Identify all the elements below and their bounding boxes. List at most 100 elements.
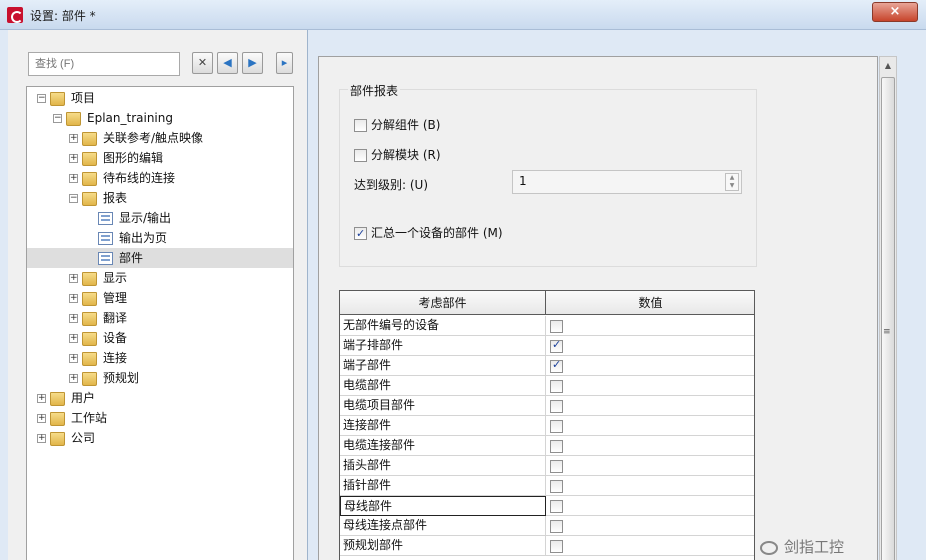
part-type-cell: 无部件编号的设备 bbox=[340, 316, 546, 336]
level-stepper[interactable]: 1 ▲ ▼ bbox=[512, 170, 742, 194]
consider-part-checkbox[interactable] bbox=[550, 420, 563, 433]
tree-node[interactable]: + 连接 bbox=[27, 348, 293, 368]
consider-part-checkbox[interactable] bbox=[550, 320, 563, 333]
part-type-cell: 预规划部件 bbox=[340, 536, 546, 556]
value-cell bbox=[550, 338, 567, 353]
column-header-parts[interactable]: 考虑部件 bbox=[340, 291, 546, 315]
spin-down-icon[interactable]: ▼ bbox=[726, 182, 738, 190]
tree-node[interactable]: + 设备 bbox=[27, 328, 293, 348]
tree-node[interactable]: + 显示 bbox=[27, 268, 293, 288]
consider-part-checkbox[interactable] bbox=[550, 520, 563, 533]
explode-assembly-checkbox[interactable] bbox=[354, 119, 367, 132]
value-cell bbox=[550, 379, 567, 393]
table-row[interactable]: 母线连接点部件 bbox=[340, 516, 754, 536]
consider-part-checkbox[interactable] bbox=[550, 358, 563, 373]
folder-icon bbox=[50, 91, 65, 106]
tree-node[interactable]: − 报表 bbox=[27, 188, 293, 208]
scroll-thumb[interactable] bbox=[881, 77, 895, 560]
tree-node[interactable]: 输出为页 bbox=[27, 228, 293, 248]
tree-node-label: 翻译 bbox=[103, 311, 128, 325]
collapse-icon[interactable]: − bbox=[69, 194, 78, 203]
tree-node[interactable]: + 公司 bbox=[27, 428, 293, 448]
collapse-icon[interactable]: − bbox=[53, 114, 62, 123]
clear-search-icon[interactable]: ✕ bbox=[192, 52, 213, 74]
expand-icon[interactable]: + bbox=[69, 274, 78, 283]
expand-icon[interactable]: + bbox=[37, 414, 46, 423]
wechat-icon bbox=[760, 540, 778, 555]
tree-node[interactable]: + 预规划 bbox=[27, 368, 293, 388]
folder-icon bbox=[82, 151, 97, 166]
expand-icon[interactable]: + bbox=[37, 394, 46, 403]
tree-node[interactable]: + 关联参考/触点映像 bbox=[27, 128, 293, 148]
part-type-cell: 母线部件 bbox=[340, 496, 546, 516]
table-row[interactable]: 端子排部件 bbox=[340, 336, 754, 356]
table-row[interactable]: 母线部件 bbox=[340, 496, 754, 516]
tree-node[interactable]: + 管理 bbox=[27, 288, 293, 308]
collapse-icon[interactable]: − bbox=[37, 94, 46, 103]
tree-node[interactable]: + 待布线的连接 bbox=[27, 168, 293, 188]
search-input[interactable] bbox=[28, 52, 180, 76]
expand-icon[interactable]: + bbox=[69, 174, 78, 183]
table-row[interactable]: 电缆连接部件 bbox=[340, 436, 754, 456]
expand-icon[interactable]: + bbox=[69, 334, 78, 343]
value-cell bbox=[550, 358, 567, 373]
expand-icon[interactable]: + bbox=[69, 314, 78, 323]
consider-part-checkbox[interactable] bbox=[550, 440, 563, 453]
tree-node-label: 显示/输出 bbox=[119, 211, 172, 225]
consider-part-checkbox[interactable] bbox=[550, 480, 563, 493]
settings-page-icon bbox=[98, 252, 113, 265]
consider-part-checkbox[interactable] bbox=[550, 400, 563, 413]
explode-module-checkbox[interactable] bbox=[354, 149, 367, 162]
expand-icon[interactable]: + bbox=[69, 374, 78, 383]
expand-pane-icon[interactable]: ▸ bbox=[276, 52, 293, 74]
table-row[interactable]: 插头部件 bbox=[340, 456, 754, 476]
table-row[interactable]: 电缆部件 bbox=[340, 376, 754, 396]
tree-node[interactable]: + 用户 bbox=[27, 388, 293, 408]
vertical-scrollbar[interactable]: ▲ ≡ bbox=[879, 56, 897, 560]
tree-node-label: 报表 bbox=[103, 191, 128, 205]
forward-icon[interactable]: ▶ bbox=[242, 52, 263, 74]
tree-node[interactable]: − 项目 bbox=[27, 88, 293, 108]
expand-icon[interactable]: + bbox=[69, 354, 78, 363]
parts-table: 考虑部件 数值 无部件编号的设备端子排部件端子部件电缆部件电缆项目部件连接部件电… bbox=[339, 290, 755, 560]
tree-node[interactable]: − Eplan_training bbox=[27, 108, 293, 128]
explode-module-option[interactable]: 分解模块 (R) bbox=[354, 146, 441, 164]
tree-node-label: 连接 bbox=[103, 351, 128, 365]
folder-icon bbox=[50, 411, 65, 426]
table-row[interactable]: 插针部件 bbox=[340, 476, 754, 496]
summarize-option[interactable]: 汇总一个设备的部件 (M) bbox=[354, 224, 503, 243]
part-type-cell: 插头部件 bbox=[340, 456, 546, 476]
tree-node-label: 管理 bbox=[103, 291, 128, 305]
tree-node[interactable]: + 图形的编辑 bbox=[27, 148, 293, 168]
folder-icon bbox=[82, 351, 97, 366]
expand-icon[interactable]: + bbox=[69, 154, 78, 163]
value-cell bbox=[550, 499, 567, 513]
tree-node[interactable]: + 翻译 bbox=[27, 308, 293, 328]
scroll-up-icon[interactable]: ▲ bbox=[880, 57, 896, 75]
back-icon[interactable]: ◀ bbox=[217, 52, 238, 74]
table-row[interactable]: 无部件编号的设备 bbox=[340, 316, 754, 336]
table-row[interactable]: 预规划部件 bbox=[340, 536, 754, 556]
expand-icon[interactable]: + bbox=[69, 134, 78, 143]
consider-part-checkbox[interactable] bbox=[550, 338, 563, 353]
consider-part-checkbox[interactable] bbox=[550, 540, 563, 553]
table-row[interactable]: 连接部件 bbox=[340, 416, 754, 436]
tree-node[interactable]: 显示/输出 bbox=[27, 208, 293, 228]
consider-part-checkbox[interactable] bbox=[550, 380, 563, 393]
column-header-value[interactable]: 数值 bbox=[547, 291, 754, 315]
spin-up-icon[interactable]: ▲ bbox=[726, 174, 738, 182]
close-button[interactable]: × bbox=[872, 2, 918, 22]
table-row[interactable]: 电缆项目部件 bbox=[340, 396, 754, 416]
explode-assembly-option[interactable]: 分解组件 (B) bbox=[354, 116, 440, 134]
consider-part-checkbox[interactable] bbox=[550, 460, 563, 473]
level-spinner[interactable]: ▲ ▼ bbox=[725, 173, 739, 191]
value-cell bbox=[550, 479, 567, 493]
tree-node[interactable]: + 工作站 bbox=[27, 408, 293, 428]
tree-node[interactable]: 部件 bbox=[27, 248, 293, 268]
consider-part-checkbox[interactable] bbox=[550, 500, 563, 513]
expand-icon[interactable]: + bbox=[37, 434, 46, 443]
expand-icon[interactable]: + bbox=[69, 294, 78, 303]
summarize-checkbox[interactable] bbox=[354, 225, 367, 243]
table-row[interactable]: 端子部件 bbox=[340, 356, 754, 376]
settings-content: 部件报表 分解组件 (B) 分解模块 (R) 达到级别: (U) 1 ▲ ▼ 汇… bbox=[318, 56, 878, 560]
